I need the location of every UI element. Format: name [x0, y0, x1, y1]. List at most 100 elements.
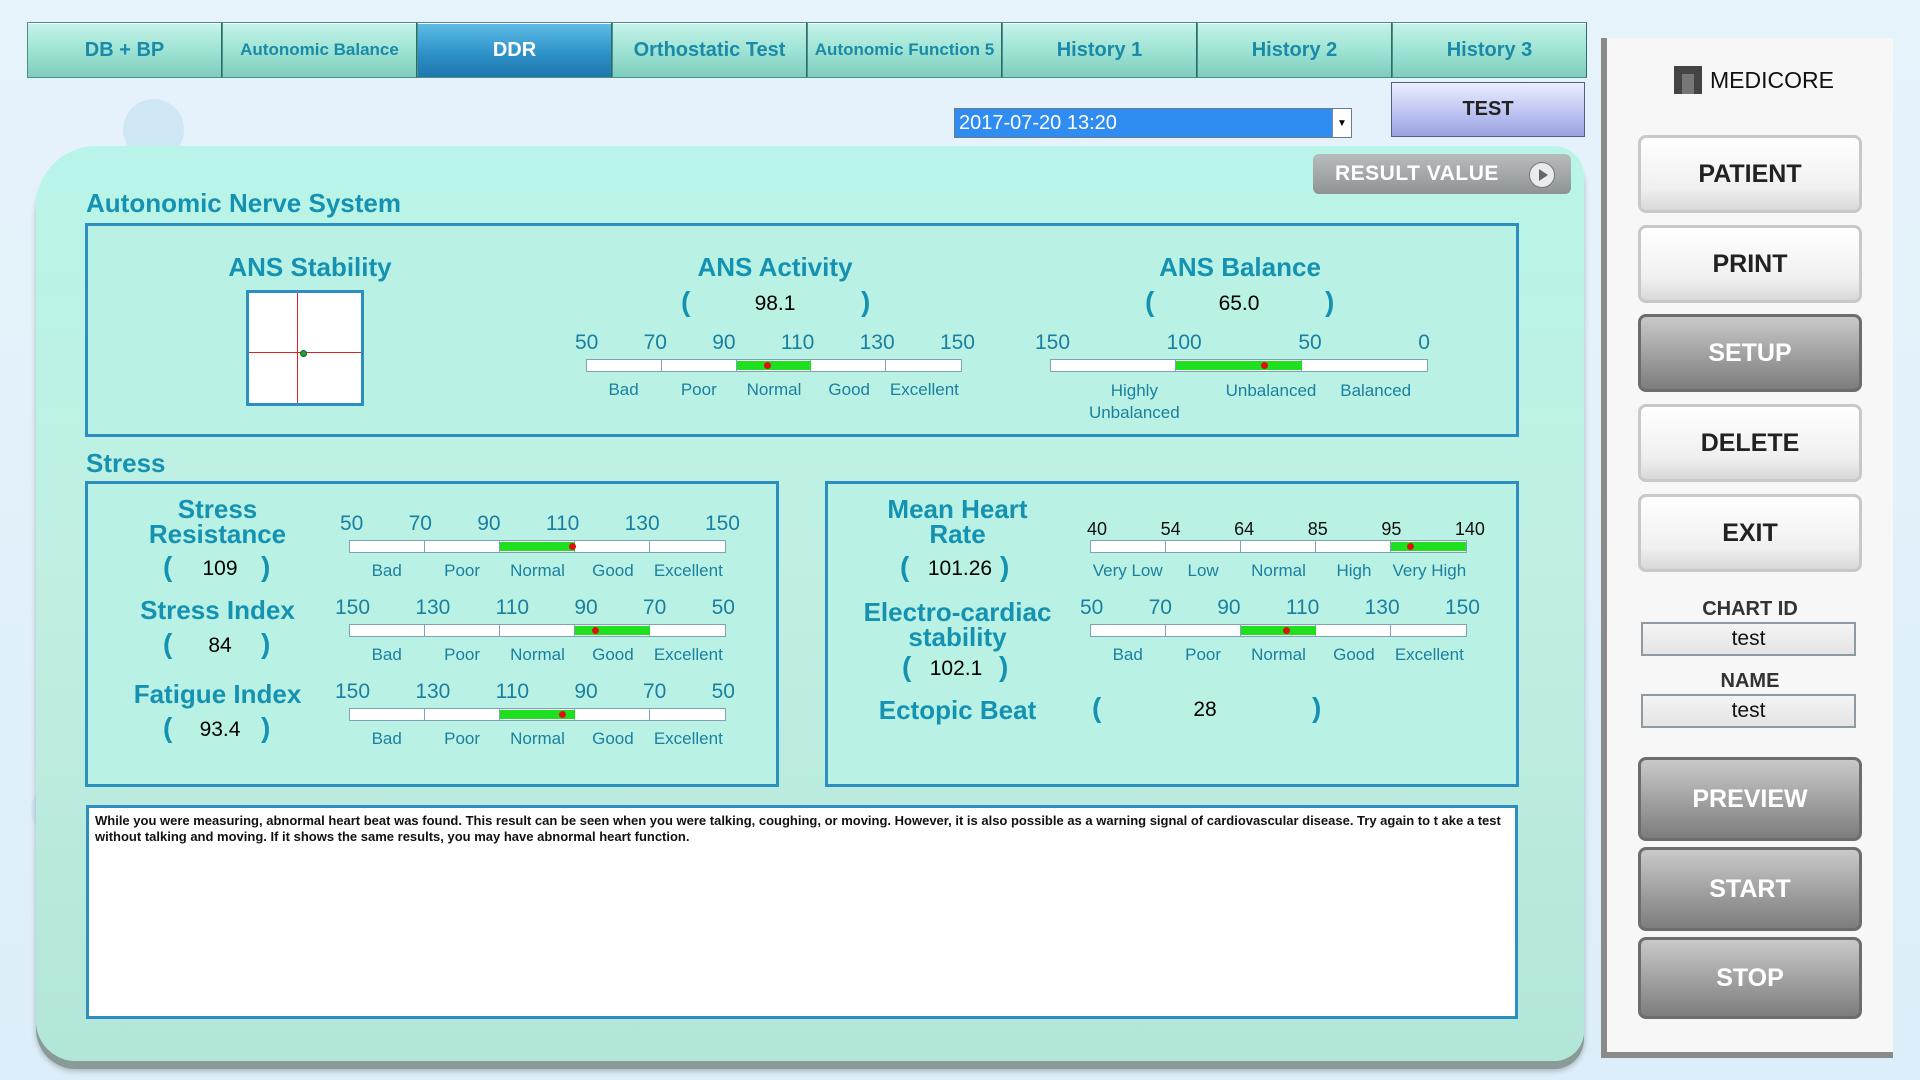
bar-fill — [1391, 542, 1466, 551]
ectopic-beat-value: 28 — [1193, 698, 1217, 721]
tab-history-3[interactable]: History 3 — [1392, 22, 1587, 78]
preview-button[interactable]: PREVIEW — [1638, 757, 1862, 841]
chevron-down-icon[interactable]: ▼ — [1332, 109, 1351, 137]
tick: 50 — [711, 680, 735, 703]
result-value-button[interactable]: RESULT VALUE — [1313, 154, 1571, 194]
delete-button[interactable]: DELETE — [1638, 404, 1862, 482]
tick: 130 — [415, 680, 451, 703]
paren-open: ( — [681, 286, 691, 317]
paren-close: ) — [861, 286, 871, 317]
bar-fill — [500, 542, 575, 551]
range-label: Bad — [1112, 645, 1143, 664]
paren-open: ( — [900, 551, 910, 582]
range-label: Excellent — [653, 645, 723, 664]
tick: 100 — [1166, 331, 1202, 354]
print-button[interactable]: PRINT — [1638, 225, 1862, 303]
ans-balance-title: ANS Balance — [1159, 252, 1321, 282]
range-label: Highly Unbalanced — [1088, 381, 1180, 422]
test-button[interactable]: TEST — [1391, 82, 1585, 137]
tick: 150 — [335, 596, 371, 619]
name-field[interactable]: test — [1641, 694, 1856, 728]
stress-resistance-ticks: 50 70 90 110 130 150 — [340, 512, 740, 536]
paren-close: ) — [1325, 286, 1335, 317]
tick: 110 — [495, 596, 530, 619]
ans-activity-value: 98.1 — [754, 292, 796, 315]
stress-resistance-value: 109 — [202, 557, 238, 580]
range-label: Excellent — [653, 561, 723, 580]
tick: 130 — [859, 331, 895, 354]
range-label: Bad — [371, 729, 402, 748]
range-label: Very High — [1392, 561, 1467, 580]
date-select[interactable]: 2017-07-20 13:20 ▼ — [954, 108, 1352, 138]
tab-ddr[interactable]: DDR — [417, 22, 612, 78]
bar-segment-divider — [1091, 541, 1391, 552]
stress-resistance-title: Stress Resistance — [148, 494, 287, 549]
bar-fill — [736, 361, 812, 370]
chart-id-field[interactable]: test — [1641, 622, 1856, 656]
tick: 110 — [545, 512, 580, 535]
setup-button[interactable]: SETUP — [1638, 314, 1862, 392]
tick: 90 — [477, 512, 501, 535]
logo-text: MEDICORE — [1710, 66, 1834, 93]
start-button[interactable]: START — [1638, 847, 1862, 931]
tick: 130 — [1364, 596, 1400, 619]
tick: 90 — [1217, 596, 1241, 619]
ans-balance-labels: Highly Unbalanced Unbalanced Balanced — [1050, 380, 1428, 424]
range-label: Normal — [510, 561, 565, 580]
range-label: Low — [1187, 561, 1219, 580]
play-icon — [1529, 162, 1555, 188]
mean-heart-rate-value: 101.26 — [927, 557, 993, 580]
tick: 0 — [1418, 331, 1430, 354]
tab-orthostatic-test[interactable]: Orthostatic Test — [612, 22, 807, 78]
range-label: Balanced — [1340, 381, 1412, 400]
ecs-title: Electro-cardiac stability — [863, 597, 1052, 652]
tick: 70 — [643, 331, 667, 354]
tab-db-bp[interactable]: DB + BP — [27, 22, 222, 78]
mean-heart-rate-title: Mean Heart Rate — [887, 494, 1028, 549]
ans-balance-bar — [1050, 359, 1428, 372]
patient-button[interactable]: PATIENT — [1638, 135, 1862, 213]
range-label: Poor — [444, 645, 481, 664]
tab-bar: DB + BP Autonomic Balance DDR Orthostati… — [27, 22, 1587, 78]
chart-id-label: CHART ID — [1702, 598, 1798, 620]
tick: 90 — [574, 596, 598, 619]
range-label: Excellent — [889, 380, 959, 399]
range-label: Good — [592, 729, 634, 748]
value-marker — [763, 362, 771, 369]
tick: 150 — [1444, 596, 1480, 619]
stress-index-title: Stress Index — [140, 595, 295, 625]
paren-close: ) — [999, 651, 1009, 682]
tab-autonomic-function-5[interactable]: Autonomic Function 5 — [807, 22, 1002, 78]
tick: 110 — [1285, 596, 1320, 619]
exit-button[interactable]: EXIT — [1638, 494, 1862, 572]
value-marker — [591, 627, 599, 634]
stress-resistance-bar — [349, 540, 726, 553]
tick: 50 — [340, 512, 364, 535]
tick: 54 — [1160, 519, 1181, 539]
range-label: Excellent — [653, 729, 723, 748]
tick: 150 — [704, 512, 740, 535]
range-label: Poor — [1185, 645, 1222, 664]
range-label: Good — [1333, 645, 1375, 664]
stress-index-value: 84 — [208, 634, 232, 657]
stop-button[interactable]: STOP — [1638, 937, 1862, 1019]
date-select-value: 2017-07-20 13:20 — [959, 111, 1117, 134]
paren-open: ( — [1145, 286, 1155, 317]
tick: 110 — [495, 680, 530, 703]
tick: 50 — [575, 331, 599, 354]
ecs-labels: Bad Poor Normal Good Excellent — [1090, 645, 1467, 665]
ecs-value: 102.1 — [929, 657, 983, 680]
tab-autonomic-balance[interactable]: Autonomic Balance — [222, 22, 417, 78]
tab-history-2[interactable]: History 2 — [1197, 22, 1392, 78]
stability-point — [300, 350, 307, 357]
paren-open: ( — [902, 651, 912, 682]
range-label: Unbalanced — [1225, 381, 1317, 400]
tab-history-1[interactable]: History 1 — [1002, 22, 1197, 78]
stress-index-labels: Bad Poor Normal Good Excellent — [349, 645, 726, 665]
paren-close: ) — [261, 628, 271, 659]
tick: 90 — [574, 680, 598, 703]
ans-activity-ticks: 50 70 90 110 130 150 — [575, 331, 975, 355]
name-label: NAME — [1720, 670, 1780, 692]
range-label: Normal — [1251, 561, 1306, 580]
value-marker — [569, 543, 576, 550]
